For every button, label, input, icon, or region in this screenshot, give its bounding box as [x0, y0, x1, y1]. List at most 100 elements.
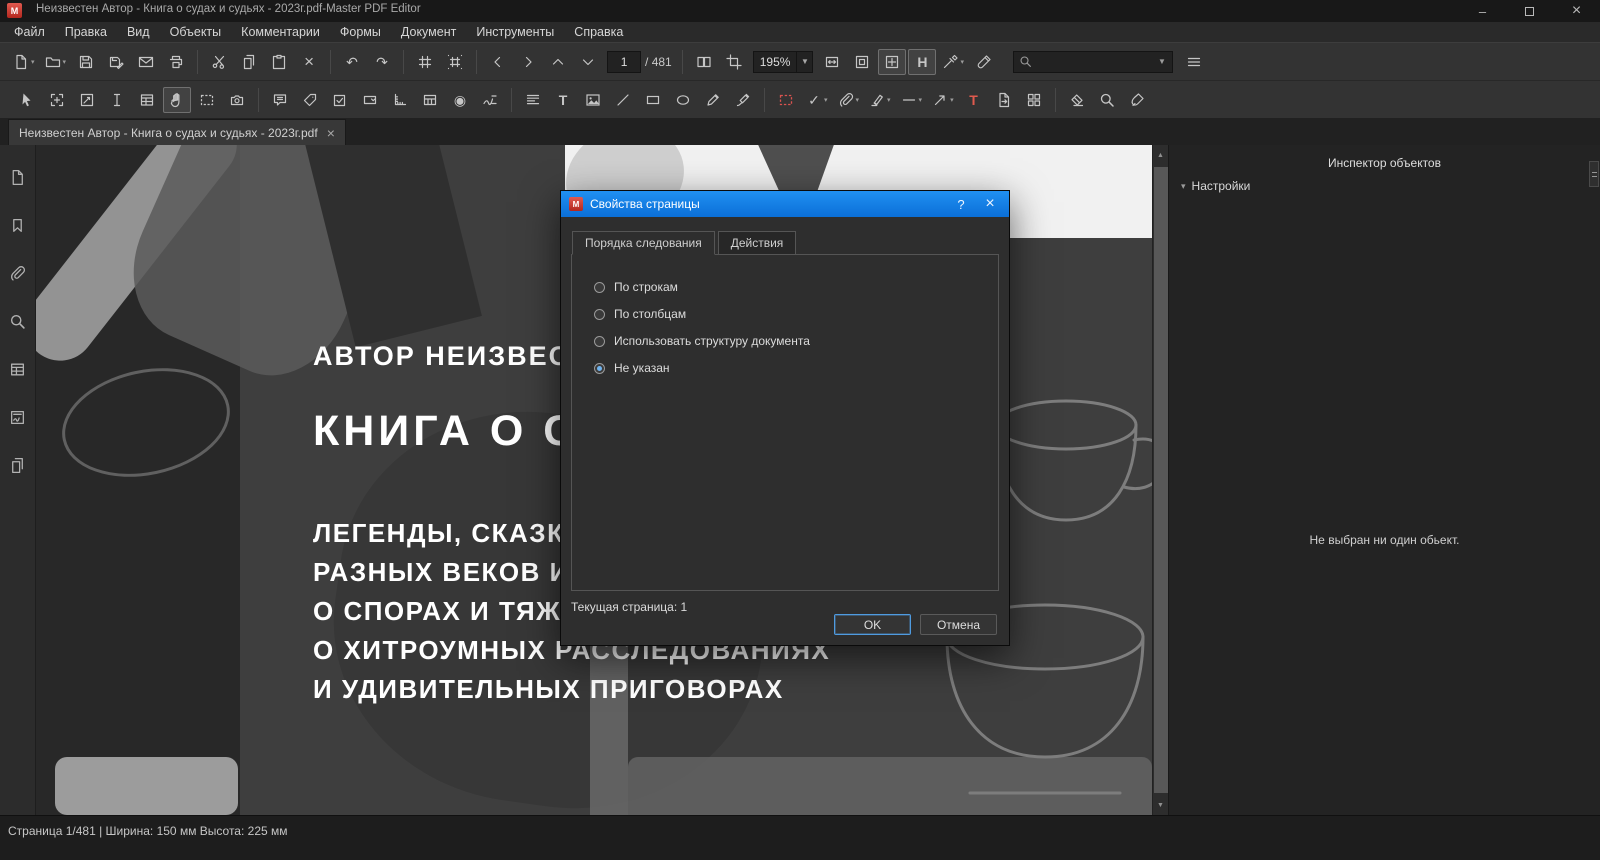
- menu-comments[interactable]: Комментарии: [231, 22, 330, 42]
- panel-resize-grip[interactable]: [1589, 161, 1599, 187]
- add-text-callout-button[interactable]: [296, 87, 324, 113]
- menu-view[interactable]: Вид: [117, 22, 160, 42]
- edit-objects-button[interactable]: [73, 87, 101, 113]
- open-file-button[interactable]: ▾: [41, 49, 71, 75]
- radio-option-by-rows[interactable]: По строкам: [594, 280, 998, 294]
- dropdown-arrow-icon[interactable]: ▾: [824, 96, 828, 104]
- toolbar-search-input[interactable]: ▼: [1012, 50, 1173, 73]
- next-page-button[interactable]: [514, 49, 542, 75]
- cut-button[interactable]: [205, 49, 233, 75]
- scroll-down-icon[interactable]: ▼: [1153, 797, 1168, 813]
- dialog-close-button[interactable]: ×: [979, 195, 1001, 213]
- radio-option-unspecified[interactable]: Не указан: [594, 361, 998, 375]
- save-as-button[interactable]: [102, 49, 130, 75]
- arrow-style-button[interactable]: ▾: [928, 87, 958, 113]
- delete-button[interactable]: ×: [295, 49, 323, 75]
- menu-help[interactable]: Справка: [564, 22, 633, 42]
- page-down-button[interactable]: [574, 49, 602, 75]
- add-image-button[interactable]: [579, 87, 607, 113]
- dialog-tab-actions[interactable]: Действия: [717, 231, 797, 255]
- pencil-tool-button[interactable]: [699, 87, 727, 113]
- draw-rectangle-button[interactable]: [639, 87, 667, 113]
- sidebar-bookmarks-button[interactable]: [6, 213, 30, 237]
- minimize-button[interactable]: –: [1459, 0, 1506, 22]
- dropdown-arrow-icon[interactable]: ▾: [960, 58, 964, 66]
- dialog-help-button[interactable]: ?: [950, 197, 972, 212]
- sidebar-attachments-button[interactable]: [6, 261, 30, 285]
- show-grid-button[interactable]: [411, 49, 439, 75]
- hand-tool-button[interactable]: [163, 86, 191, 113]
- add-signature-field-button[interactable]: [476, 87, 504, 113]
- menu-edit[interactable]: Правка: [55, 22, 117, 42]
- close-button[interactable]: ×: [1553, 0, 1600, 22]
- dropdown-arrow-icon[interactable]: ▾: [63, 58, 67, 66]
- inspector-settings-section[interactable]: ▾ Настройки: [1169, 170, 1600, 193]
- color-picker-button[interactable]: ▾: [938, 49, 968, 75]
- scrollbar-thumb[interactable]: [1154, 167, 1168, 793]
- clear-formatting-button[interactable]: [1123, 87, 1151, 113]
- snapshot-button[interactable]: [223, 87, 251, 113]
- stamp-check-button[interactable]: ✓ ▾: [802, 87, 832, 113]
- radio-option-use-document-structure[interactable]: Использовать структуру документа: [594, 334, 998, 348]
- redo-button[interactable]: ↷: [368, 49, 396, 75]
- select-text-button[interactable]: [103, 87, 131, 113]
- copy-button[interactable]: [235, 49, 263, 75]
- paste-button[interactable]: [265, 49, 293, 75]
- add-radio-field-button[interactable]: ◉: [446, 87, 474, 113]
- menu-forms[interactable]: Формы: [330, 22, 391, 42]
- toolbar-options-button[interactable]: [1180, 49, 1208, 75]
- zoom-select[interactable]: 195% ▼: [752, 50, 814, 73]
- menu-file[interactable]: Файл: [4, 22, 55, 42]
- undo-button[interactable]: ↶: [338, 49, 366, 75]
- add-sticky-note-button[interactable]: [266, 87, 294, 113]
- dropdown-arrow-icon[interactable]: ▾: [950, 96, 954, 104]
- maximize-button[interactable]: [1506, 0, 1553, 22]
- add-listbox-field-button[interactable]: [356, 87, 384, 113]
- sidebar-layers-button[interactable]: [6, 453, 30, 477]
- dropdown-arrow-icon[interactable]: ▾: [919, 96, 923, 104]
- select-tool-button[interactable]: [13, 87, 41, 113]
- menu-objects[interactable]: Объекты: [160, 22, 232, 42]
- crop-pages-button[interactable]: [720, 49, 748, 75]
- text-align-button[interactable]: [519, 87, 547, 113]
- cancel-button[interactable]: Отмена: [920, 614, 997, 635]
- new-document-button[interactable]: ▾: [9, 49, 39, 75]
- menu-document[interactable]: Документ: [391, 22, 466, 42]
- sidebar-search-button[interactable]: [6, 309, 30, 333]
- dialog-tab-tab-order[interactable]: Порядка следования: [572, 231, 715, 255]
- edit-page-boxes-button[interactable]: [43, 87, 71, 113]
- page-up-button[interactable]: [544, 49, 572, 75]
- add-table-field-button[interactable]: [416, 87, 444, 113]
- eraser-tool-button[interactable]: [1063, 87, 1091, 113]
- zoom-fit-page-button[interactable]: [848, 49, 876, 75]
- radio-option-by-columns[interactable]: По столбцам: [594, 307, 998, 321]
- tab-close-icon[interactable]: ×: [327, 126, 335, 140]
- snap-to-grid-button[interactable]: [441, 49, 469, 75]
- add-checkbox-field-button[interactable]: [326, 87, 354, 113]
- ok-button[interactable]: OK: [834, 614, 911, 635]
- sidebar-pages-button[interactable]: [6, 165, 30, 189]
- sidebar-signatures-button[interactable]: [6, 405, 30, 429]
- export-page-button[interactable]: [990, 87, 1018, 113]
- measure-tool-button[interactable]: [386, 87, 414, 113]
- previous-page-button[interactable]: [484, 49, 512, 75]
- sidebar-form-fields-button[interactable]: [6, 357, 30, 381]
- page-layout-button[interactable]: [690, 49, 718, 75]
- zoom-tool-button[interactable]: [1093, 87, 1121, 113]
- ink-signature-button[interactable]: [729, 87, 757, 113]
- zoom-fit-width-button[interactable]: [818, 49, 846, 75]
- document-tab[interactable]: Неизвестен Автор - Книга о судах и судья…: [8, 119, 346, 145]
- hand-h-mode-button[interactable]: H: [908, 48, 937, 75]
- attach-file-comment-button[interactable]: ▾: [834, 87, 864, 113]
- send-email-button[interactable]: [132, 49, 160, 75]
- add-text-button[interactable]: T: [549, 87, 577, 113]
- save-button[interactable]: [72, 49, 100, 75]
- vertical-scrollbar[interactable]: ▲ ▼: [1152, 145, 1168, 815]
- marquee-zoom-button[interactable]: [193, 87, 221, 113]
- dropdown-arrow-icon[interactable]: ▾: [856, 96, 860, 104]
- menu-tools[interactable]: Инструменты: [466, 22, 564, 42]
- active-region-button[interactable]: [772, 87, 800, 113]
- zoom-fit-visible-button[interactable]: [878, 48, 907, 75]
- text-format-button[interactable]: T: [960, 87, 988, 113]
- scroll-up-icon[interactable]: ▲: [1153, 147, 1168, 163]
